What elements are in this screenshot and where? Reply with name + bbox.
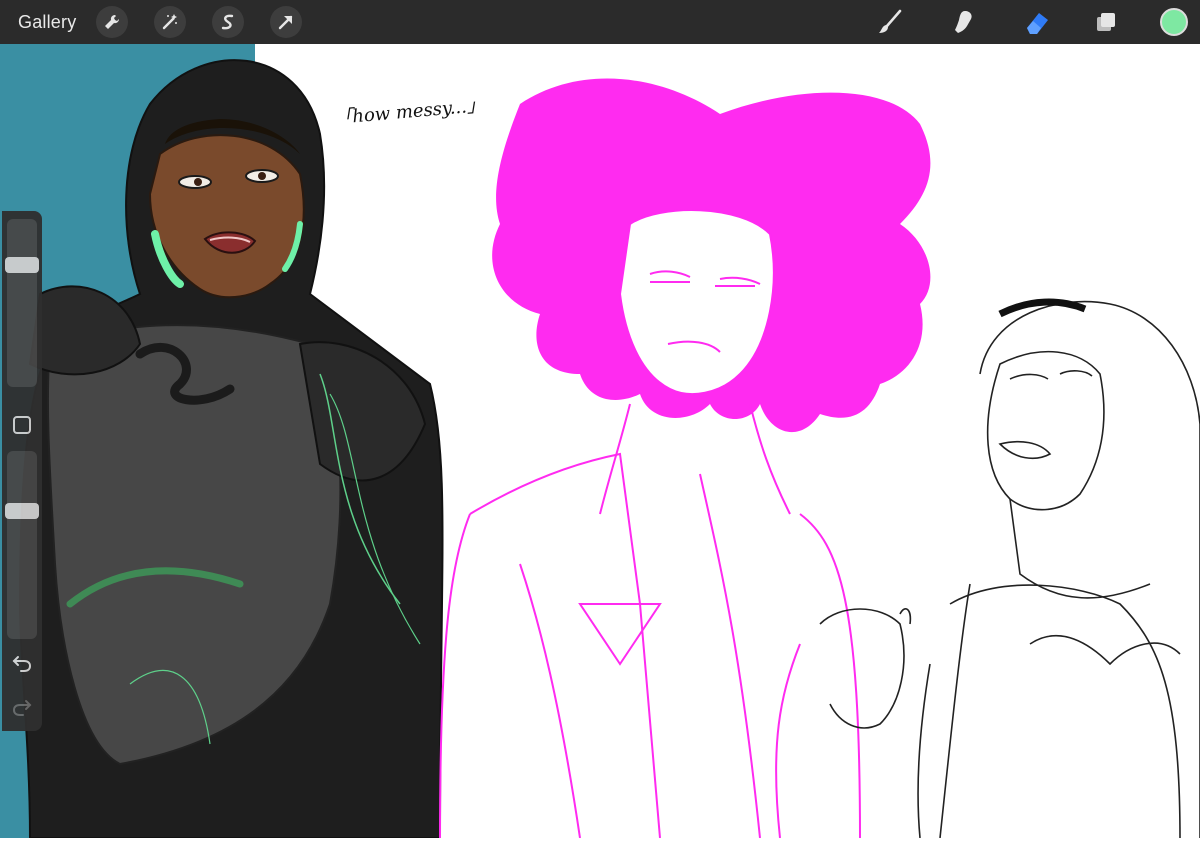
- wrench-icon[interactable]: [96, 6, 128, 38]
- redo-icon[interactable]: [10, 695, 34, 719]
- artwork: 「how messy...」: [0, 44, 1200, 839]
- magic-wand-icon[interactable]: [154, 6, 186, 38]
- brush-sidebar: [2, 211, 42, 731]
- drawing-canvas[interactable]: 「how messy...」: [0, 44, 1200, 839]
- opacity-slider[interactable]: [5, 451, 39, 639]
- brush-icon[interactable]: [874, 6, 906, 38]
- current-color-swatch[interactable]: [1160, 8, 1188, 36]
- transform-arrow-icon[interactable]: [270, 6, 302, 38]
- brush-size-handle[interactable]: [5, 257, 39, 273]
- modify-button[interactable]: [13, 416, 31, 434]
- eraser-icon[interactable]: [1020, 6, 1052, 38]
- smudge-icon[interactable]: [948, 6, 980, 38]
- opacity-handle[interactable]: [5, 502, 39, 519]
- layers-icon[interactable]: [1090, 6, 1122, 38]
- brush-size-slider[interactable]: [5, 219, 39, 387]
- gallery-button[interactable]: Gallery: [18, 12, 76, 33]
- undo-icon[interactable]: [10, 651, 34, 675]
- handwritten-annotation: 「how messy...」: [334, 95, 486, 129]
- selection-icon[interactable]: [212, 6, 244, 38]
- top-toolbar: Gallery: [0, 0, 1200, 44]
- svg-text:「how messy...」: 「how messy...」: [334, 95, 486, 129]
